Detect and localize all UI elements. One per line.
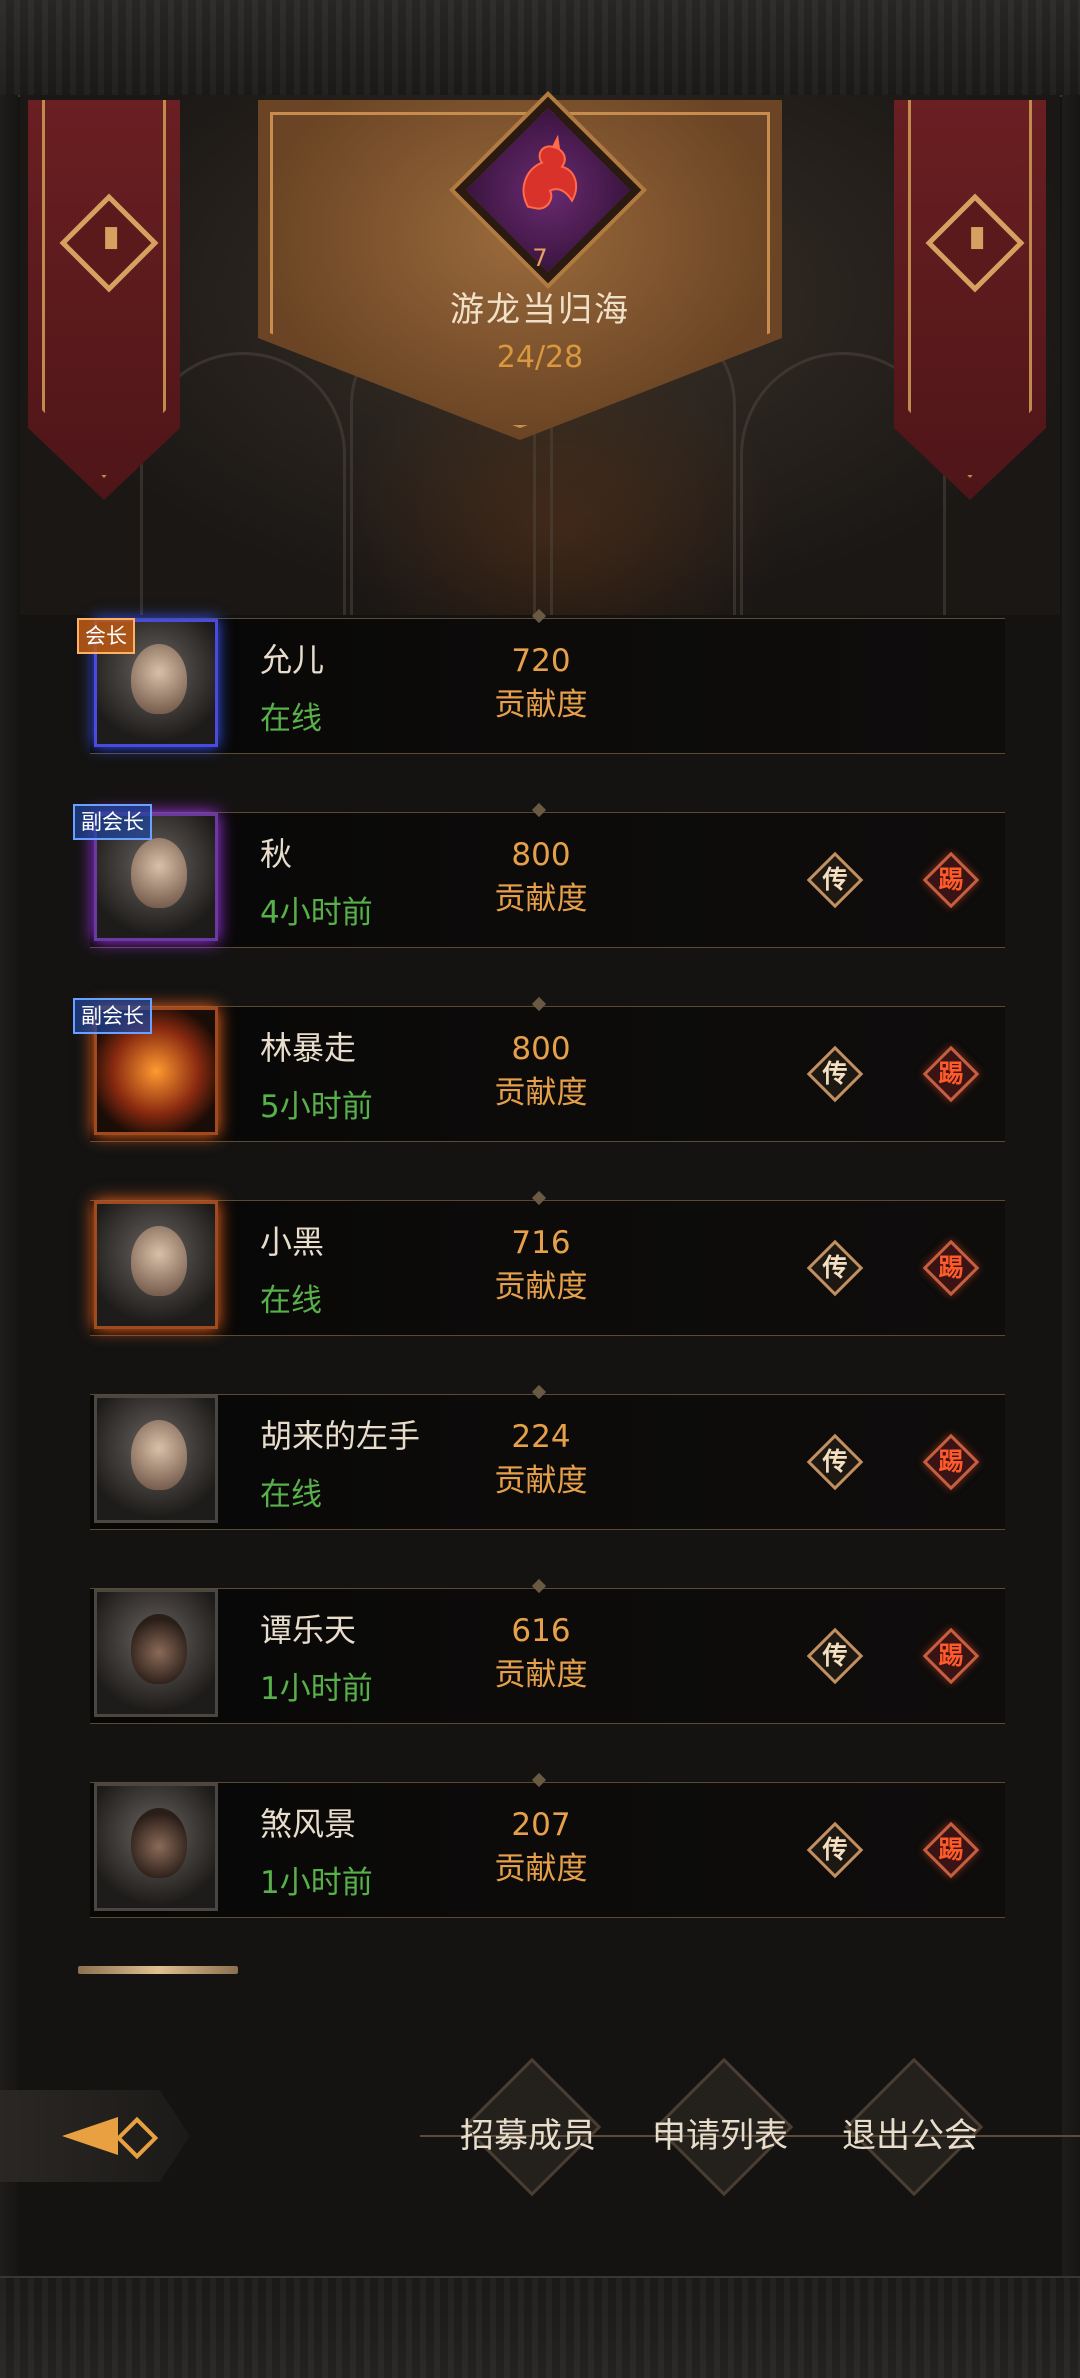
member-status: 1小时前: [260, 1865, 373, 1901]
avatar[interactable]: 副会长: [73, 804, 218, 941]
red-dragon-icon: [522, 134, 578, 210]
left-frame: [0, 95, 18, 2276]
kick-button[interactable]: 踢: [926, 1243, 976, 1293]
contribution-label: 贡献度: [494, 1657, 588, 1693]
member-status: 4小时前: [260, 895, 373, 931]
transfer-label: 传: [822, 1641, 848, 1670]
member-row[interactable]: 谭乐天 1小时前 616 贡献度 传 踢: [90, 1588, 1005, 1724]
member-row[interactable]: 副会长 秋 4小时前 800 贡献度 传 踢: [73, 804, 1005, 948]
kick-button[interactable]: 踢: [926, 855, 976, 905]
contribution-label: 贡献度: [494, 1075, 588, 1111]
contribution-value: 716: [511, 1225, 571, 1261]
contribution-value: 224: [511, 1419, 571, 1455]
avatar[interactable]: 副会长: [73, 998, 218, 1135]
vice-leader-badge: 副会长: [73, 804, 152, 840]
guild-member-count: 24/28: [496, 340, 584, 375]
leader-badge: 会长: [77, 618, 135, 654]
transfer-label: 传: [822, 1253, 848, 1282]
kick-label: 踢: [938, 1253, 964, 1282]
avatar[interactable]: [94, 1201, 218, 1329]
leave-guild-button[interactable]: 退出公会: [820, 2104, 1000, 2168]
kick-button[interactable]: 踢: [926, 1825, 976, 1875]
list-scrollbar[interactable]: [78, 1966, 238, 1974]
contribution-label: 贡献度: [494, 1463, 588, 1499]
kick-label: 踢: [938, 1835, 964, 1864]
member-name: 谭乐天: [260, 1611, 357, 1649]
kick-label: 踢: [938, 1641, 964, 1670]
transfer-button[interactable]: 传: [810, 1243, 860, 1293]
kick-label: 踢: [938, 865, 964, 894]
kick-button[interactable]: 踢: [926, 1631, 976, 1681]
chevron-diamond-icon: [925, 193, 1025, 293]
avatar[interactable]: [94, 1783, 218, 1911]
member-row[interactable]: 副会长 林暴走 5小时前 800 贡献度 传 踢: [73, 998, 1005, 1142]
contribution-value: 800: [511, 1031, 571, 1067]
transfer-label: 传: [822, 1447, 848, 1476]
recruit-members-button[interactable]: 招募成员: [438, 2104, 618, 2168]
avatar[interactable]: 会长: [77, 618, 218, 747]
contribution-value: 616: [511, 1613, 571, 1649]
chevron-diamond-icon: [59, 193, 159, 293]
member-status: 1小时前: [260, 1671, 373, 1707]
member-name: 小黑: [260, 1223, 325, 1261]
member-status: 在线: [260, 1477, 322, 1513]
guild-level: 7: [520, 238, 560, 278]
vice-leader-badge: 副会长: [73, 998, 152, 1034]
member-status: 在线: [260, 701, 322, 737]
contribution-label: 贡献度: [494, 1269, 588, 1305]
member-name: 煞风景: [260, 1805, 357, 1843]
application-list-button[interactable]: 申请列表: [630, 2104, 810, 2168]
kick-label: 踢: [938, 1447, 964, 1476]
contribution-value: 800: [511, 837, 571, 873]
avatar[interactable]: [94, 1395, 218, 1523]
guild-crest[interactable]: 7: [454, 96, 642, 284]
kick-button[interactable]: 踢: [926, 1437, 976, 1487]
member-status: 5小时前: [260, 1089, 373, 1125]
member-status: 在线: [260, 1283, 322, 1319]
member-row[interactable]: 胡来的左手 在线 224 贡献度 传 踢: [90, 1394, 1005, 1530]
transfer-button[interactable]: 传: [810, 1631, 860, 1681]
transfer-label: 传: [822, 1059, 848, 1088]
contribution-label: 贡献度: [494, 687, 588, 723]
top-frame: [0, 0, 1080, 97]
member-name: 林暴走: [260, 1029, 357, 1067]
back-arrow-icon: [62, 2117, 118, 2155]
member-name: 胡来的左手: [260, 1417, 421, 1455]
member-name: 允儿: [260, 641, 325, 679]
right-frame: [1062, 95, 1080, 2276]
contribution-label: 贡献度: [494, 881, 588, 917]
member-name: 秋: [260, 835, 293, 873]
contribution-value: 720: [511, 643, 571, 679]
bottom-frame: [0, 2276, 1080, 2378]
transfer-label: 传: [822, 1835, 848, 1864]
transfer-button[interactable]: 传: [810, 855, 860, 905]
guild-name: 游龙当归海: [450, 290, 630, 330]
transfer-button[interactable]: 传: [810, 1437, 860, 1487]
avatar[interactable]: [94, 1589, 218, 1717]
contribution-label: 贡献度: [494, 1851, 588, 1887]
member-row[interactable]: 煞风景 1小时前 207 贡献度 传 踢: [90, 1782, 1005, 1918]
member-row[interactable]: 会长 允儿 在线 720 贡献度: [77, 618, 1005, 754]
transfer-label: 传: [822, 865, 848, 894]
contribution-value: 207: [511, 1807, 571, 1843]
member-row[interactable]: 小黑 在线 716 贡献度 传 踢: [90, 1200, 1005, 1336]
kick-label: 踢: [938, 1059, 964, 1088]
kick-button[interactable]: 踢: [926, 1049, 976, 1099]
transfer-button[interactable]: 传: [810, 1049, 860, 1099]
transfer-button[interactable]: 传: [810, 1825, 860, 1875]
